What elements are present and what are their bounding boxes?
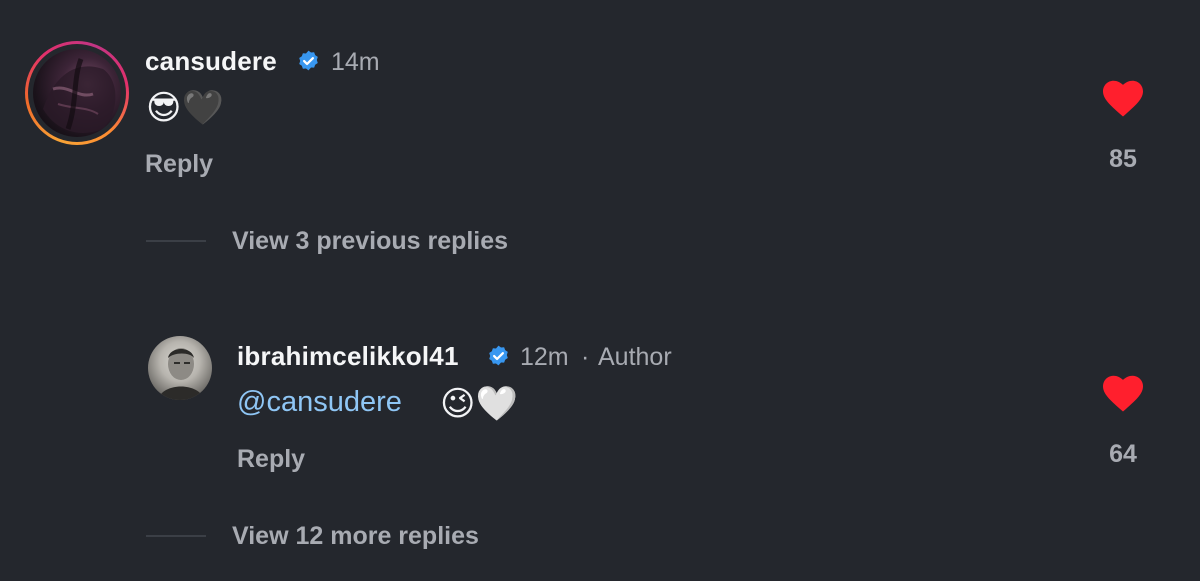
avatar-photo: [158, 348, 204, 400]
view-previous-replies-button[interactable]: View 3 previous replies: [232, 227, 508, 256]
comment-username[interactable]: cansudere: [145, 46, 277, 77]
mention-link[interactable]: @cansudere: [237, 386, 402, 419]
verified-badge-icon: [299, 50, 318, 71]
comment-text: 😎🖤: [146, 89, 224, 127]
heart-icon[interactable]: [1101, 78, 1145, 118]
avatar-cansudere[interactable]: [25, 41, 129, 145]
reply-timestamp: 12m: [520, 343, 569, 371]
view-more-replies-button[interactable]: View 12 more replies: [232, 522, 479, 551]
thread-divider-line: [146, 535, 206, 537]
reply-button[interactable]: Reply: [145, 150, 213, 179]
separator-dot: ·: [581, 343, 590, 371]
avatar-ibrahimcelikkol41[interactable]: [148, 336, 212, 400]
like-count: 85: [1109, 145, 1137, 173]
like-count: 64: [1109, 440, 1137, 468]
reply-button[interactable]: Reply: [237, 445, 305, 474]
thread-divider-line: [146, 240, 206, 242]
verified-badge-icon: [489, 345, 508, 366]
author-badge: Author: [598, 343, 672, 371]
comment-timestamp: 14m: [331, 48, 380, 76]
reply-username[interactable]: ibrahimcelikkol41: [237, 341, 459, 372]
reply-emojis: 😉🤍: [440, 385, 518, 423]
heart-icon[interactable]: [1101, 373, 1145, 413]
avatar-photo: [33, 49, 121, 137]
